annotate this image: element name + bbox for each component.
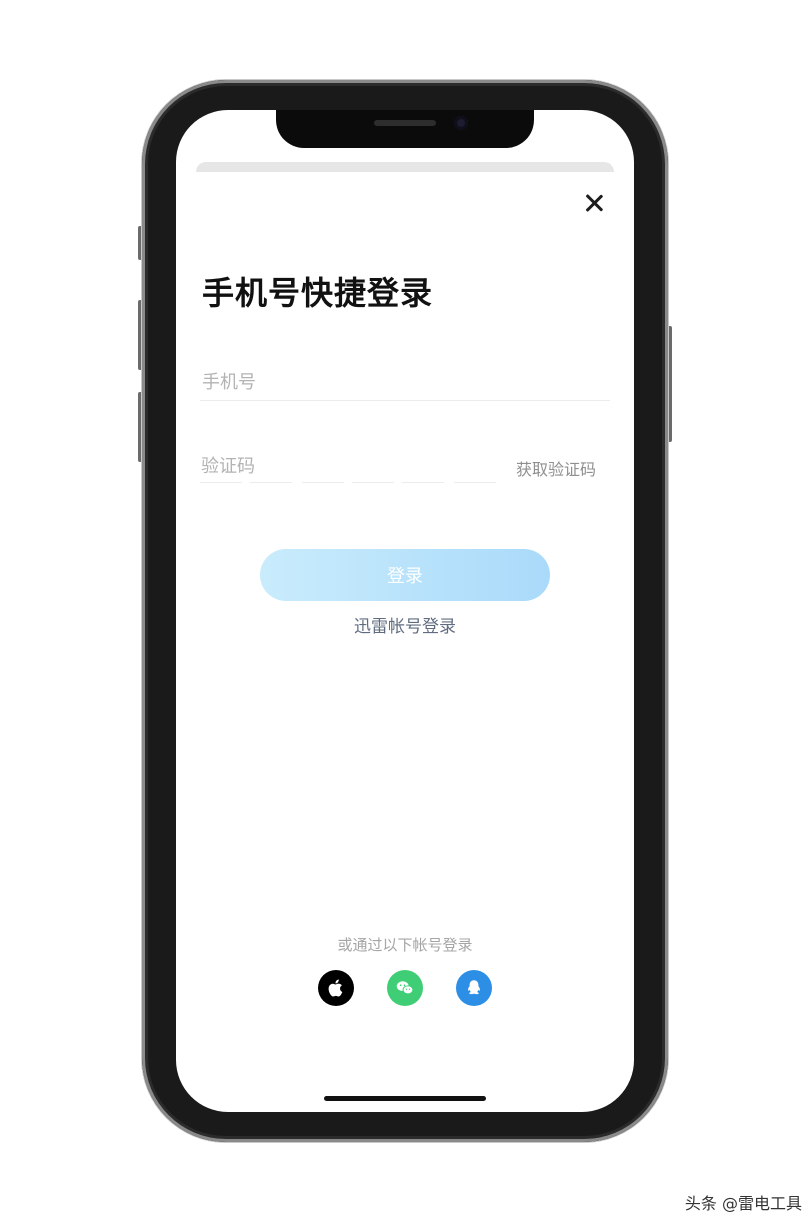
- front-camera: [454, 116, 468, 130]
- apple-icon: [328, 979, 343, 997]
- wechat-login-button[interactable]: [387, 970, 423, 1006]
- code-slot: [402, 482, 444, 483]
- page-title: 手机号快捷登录: [202, 274, 434, 312]
- login-button[interactable]: 登录: [260, 549, 550, 601]
- get-code-button[interactable]: 获取验证码: [516, 456, 596, 480]
- apple-login-button[interactable]: [318, 970, 354, 1006]
- home-indicator: [324, 1096, 486, 1101]
- code-slot: [200, 482, 242, 483]
- verification-code-input[interactable]: 验证码: [201, 452, 255, 478]
- notch: [276, 110, 534, 148]
- xunlei-account-login-link[interactable]: 迅雷帐号登录: [176, 612, 634, 637]
- code-slot: [250, 482, 292, 483]
- code-slot: [352, 482, 394, 483]
- speaker-grille: [374, 120, 436, 126]
- close-icon[interactable]: [580, 190, 608, 218]
- code-slot: [454, 482, 496, 483]
- other-login-caption: 或通过以下帐号登录: [337, 936, 473, 954]
- phone-screen: 手机号快捷登录 验证码 获取验证码 登录 迅雷帐号登录 或通过以下帐号登录: [176, 110, 634, 1112]
- qq-login-button[interactable]: [456, 970, 492, 1006]
- watermark: 头条 @雷电工具: [684, 1194, 802, 1213]
- code-slot: [302, 482, 344, 483]
- qq-icon: [468, 980, 480, 995]
- wechat-icon: [396, 981, 414, 995]
- sheet-handle-strip: [196, 162, 614, 172]
- phone-input[interactable]: [200, 364, 610, 401]
